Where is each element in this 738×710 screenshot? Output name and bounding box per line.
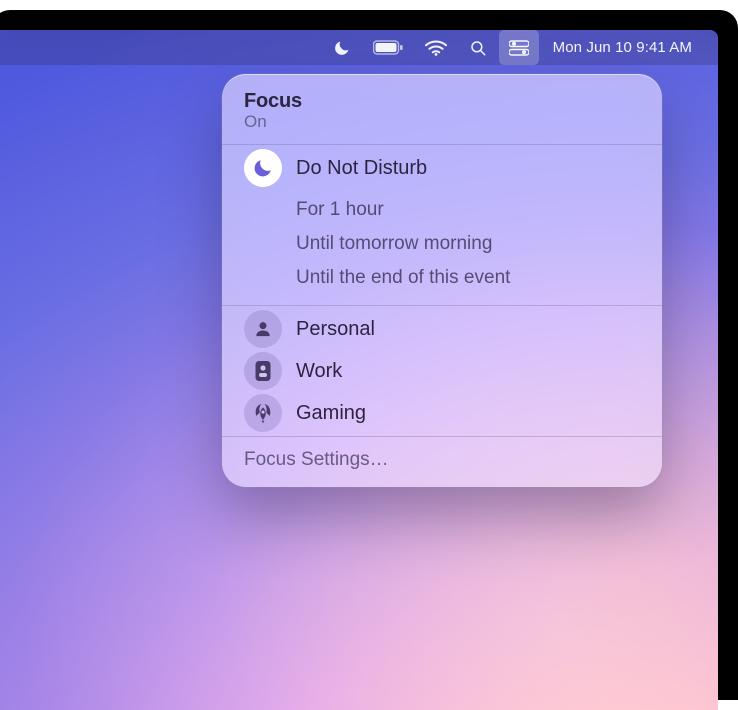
focus-title: Focus [244, 90, 640, 113]
focus-mode-label: Gaming [296, 401, 366, 425]
wifi-icon [425, 40, 447, 56]
dnd-duration-tomorrow-morning[interactable]: Until tomorrow morning [222, 227, 662, 261]
person-icon [244, 310, 282, 348]
duration-label: For 1 hour [296, 199, 384, 222]
rocket-icon [244, 394, 282, 432]
focus-settings-button[interactable]: Focus Settings… [222, 439, 662, 479]
search-icon [469, 39, 487, 57]
duration-label: Until the end of this event [296, 267, 510, 290]
spotlight-menu-bar-item[interactable] [459, 30, 497, 65]
focus-mode-label: Personal [296, 317, 375, 341]
focus-settings-label: Focus Settings… [244, 449, 389, 470]
dnd-duration-end-of-event[interactable]: Until the end of this event [222, 261, 662, 295]
divider [222, 436, 662, 437]
moon-icon [333, 39, 351, 57]
focus-menu-bar-item[interactable] [323, 30, 361, 65]
dnd-duration-1hour[interactable]: For 1 hour [222, 193, 662, 227]
control-center-menu-bar-item[interactable] [499, 30, 539, 65]
datetime-text: Mon Jun 10 9:41 AM [553, 39, 692, 56]
battery-menu-bar-item[interactable] [363, 30, 413, 65]
focus-mode-do-not-disturb[interactable]: Do Not Disturb [222, 147, 662, 189]
focus-mode-label: Do Not Disturb [296, 156, 427, 180]
duration-label: Until tomorrow morning [296, 233, 492, 256]
focus-mode-personal[interactable]: Personal [222, 308, 662, 350]
control-center-icon [509, 40, 529, 56]
badge-icon [244, 352, 282, 390]
divider [222, 144, 662, 145]
dnd-duration-list: For 1 hour Until tomorrow morning Until … [222, 189, 662, 303]
focus-status: On [244, 112, 640, 132]
clock-menu-bar-item[interactable]: Mon Jun 10 9:41 AM [541, 30, 702, 65]
focus-mode-work[interactable]: Work [222, 350, 662, 392]
focus-popover: Focus On Do Not Disturb For 1 hour Until… [222, 74, 662, 487]
focus-mode-label: Work [296, 359, 342, 383]
moon-icon [244, 149, 282, 187]
wifi-menu-bar-item[interactable] [415, 30, 457, 65]
divider [222, 305, 662, 306]
battery-icon [373, 40, 403, 56]
menu-bar: Mon Jun 10 9:41 AM [0, 30, 718, 65]
focus-mode-gaming[interactable]: Gaming [222, 392, 662, 434]
